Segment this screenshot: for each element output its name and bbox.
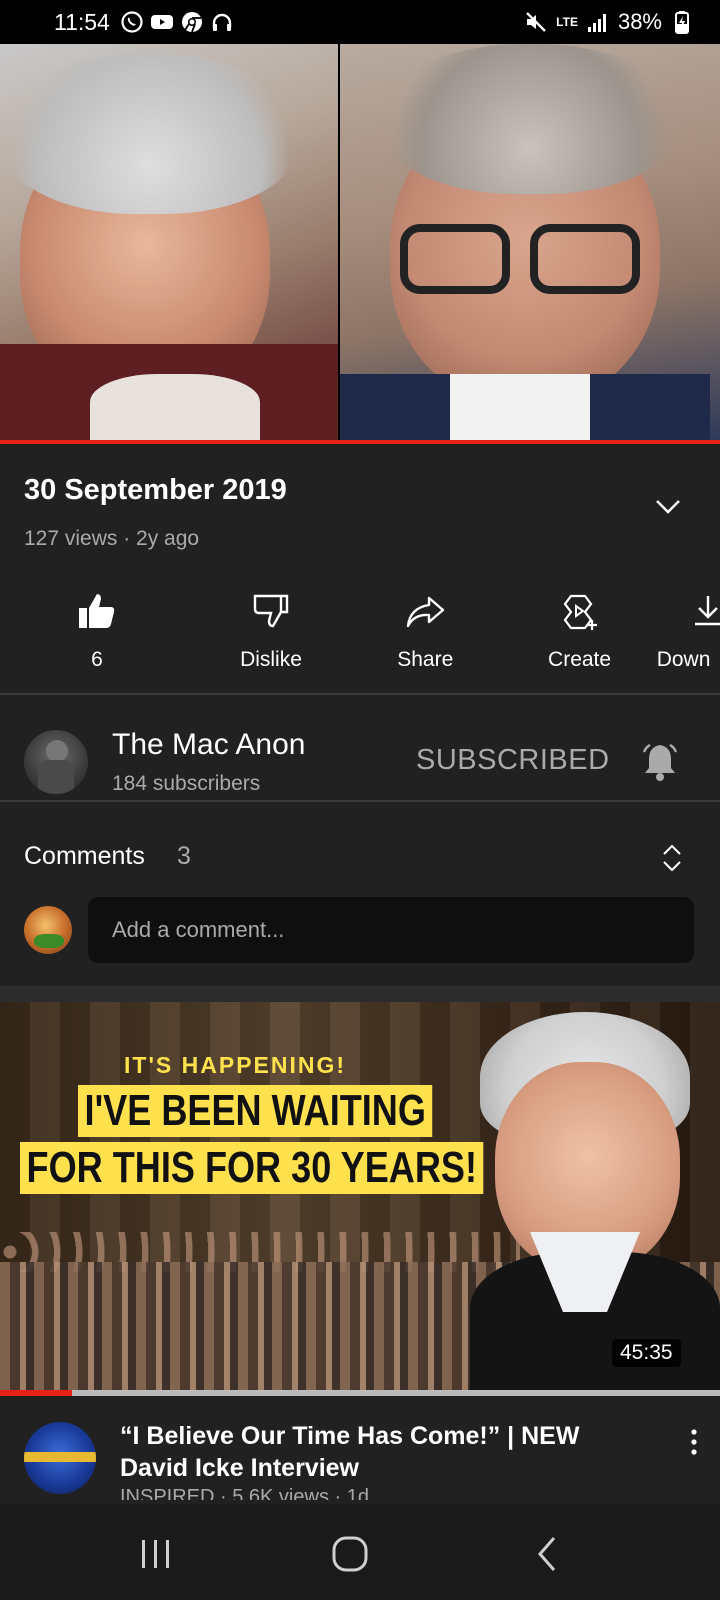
comments-count: 3 (177, 842, 191, 870)
video-progress-fill (0, 440, 720, 444)
battery-percent: 38% (617, 9, 662, 34)
user-avatar (24, 906, 72, 954)
status-time: 11:54 (54, 8, 110, 35)
next-video-thumbnail[interactable]: IT'S HAPPENING! I'VE BEEN WAITING FOR TH… (0, 1002, 720, 1392)
thumb-caption-line2: FOR THIS FOR 30 YEARS! (20, 1142, 484, 1194)
thumb-caption-line1: I'VE BEEN WAITING (78, 1085, 433, 1137)
thumb-caption-small: IT'S HAPPENING! (124, 1052, 347, 1078)
video-title[interactable]: 30 September 2019 (24, 474, 287, 507)
divider (0, 693, 720, 695)
next-channel-avatar[interactable] (24, 1422, 96, 1494)
dislike-icon (250, 590, 292, 632)
recent-apps-icon[interactable] (136, 1534, 176, 1574)
comment-placeholder: Add a comment... (112, 917, 285, 942)
download-label: Down (656, 648, 711, 671)
video-progress-bar[interactable] (0, 440, 720, 444)
youtube-icon (150, 10, 174, 34)
download-icon (687, 590, 720, 632)
subscribed-button[interactable]: SUBSCRIBED (416, 744, 610, 777)
share-icon (404, 590, 446, 632)
chrome-icon (180, 10, 204, 34)
duration-badge: 45:35 (612, 1339, 681, 1367)
channel-avatar[interactable] (24, 730, 88, 794)
action-bar: 6 Dislike Share Create Down (0, 590, 720, 690)
like-button[interactable]: 6 (0, 590, 194, 690)
comments-label[interactable]: Comments (24, 842, 145, 871)
battery-charging-icon (670, 10, 694, 34)
create-icon (559, 590, 601, 632)
system-nav-bar (0, 1504, 720, 1600)
expand-collapse-icon[interactable] (658, 842, 686, 874)
share-label: Share (397, 648, 454, 671)
channel-subscribers: 184 subscribers (112, 772, 261, 795)
share-button[interactable]: Share (348, 590, 502, 690)
watched-progress-bar (0, 1390, 720, 1396)
lte-icon: LTE (556, 15, 578, 29)
video-frame-right (340, 44, 720, 440)
video-meta: 127 views · 2y ago (24, 527, 200, 550)
back-icon[interactable] (528, 1534, 568, 1574)
like-count: 6 (91, 648, 103, 671)
comment-input[interactable]: Add a comment... (88, 897, 694, 963)
mute-icon (524, 10, 548, 34)
next-video-title[interactable]: “I Believe Our Time Has Come!” | NEW Dav… (120, 1420, 640, 1484)
like-filled-icon (76, 590, 118, 632)
dislike-label: Dislike (240, 648, 302, 671)
home-icon[interactable] (330, 1534, 370, 1574)
create-label: Create (548, 648, 612, 671)
status-bar: 11:54 LTE 38% (0, 0, 720, 44)
section-separator (0, 986, 720, 1002)
divider (0, 800, 720, 802)
presenter-image (470, 1002, 720, 1392)
chevron-down-icon[interactable] (652, 490, 684, 522)
video-frame-left (0, 44, 338, 440)
create-button[interactable]: Create (502, 590, 656, 690)
watched-progress-fill (0, 1390, 72, 1396)
dislike-button[interactable]: Dislike (194, 590, 348, 690)
headphones-icon (210, 10, 234, 34)
next-video-meta: INSPIRED · 5.6K views · 1d (120, 1486, 369, 1500)
channel-name[interactable]: The Mac Anon (112, 728, 305, 762)
bell-icon[interactable] (638, 740, 682, 784)
download-button[interactable]: Down (657, 590, 720, 690)
more-vert-icon[interactable] (682, 1426, 706, 1458)
whatsapp-icon (120, 10, 144, 34)
signal-icon (586, 10, 610, 34)
video-player[interactable] (0, 44, 720, 444)
